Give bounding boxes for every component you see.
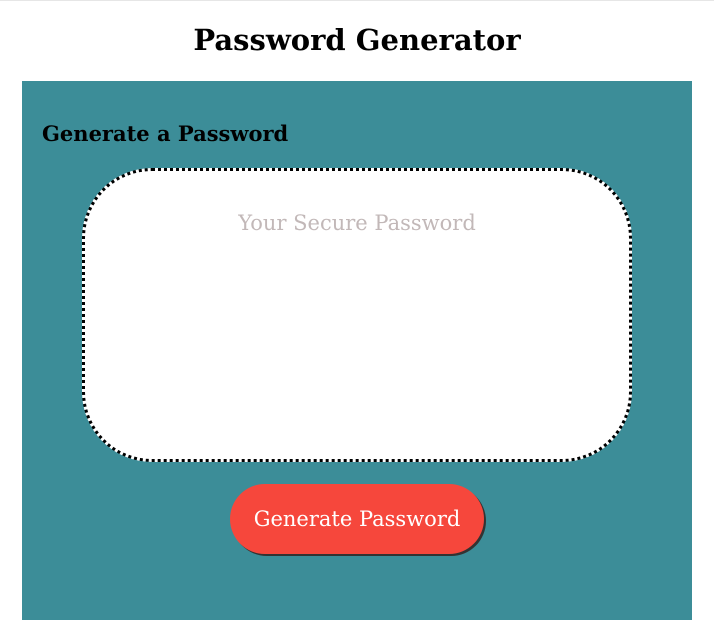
page-title: Password Generator <box>193 23 521 57</box>
top-divider <box>0 0 714 1</box>
password-output-field[interactable] <box>82 168 632 462</box>
generate-password-button[interactable]: Generate Password <box>230 484 484 554</box>
card-heading: Generate a Password <box>42 121 289 146</box>
generator-card: Generate a Password Generate Password <box>22 81 692 620</box>
